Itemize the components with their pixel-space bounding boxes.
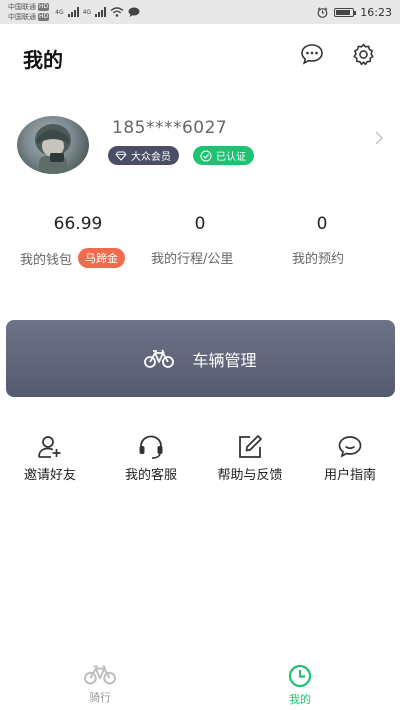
trips-label-row[interactable]: 我的行程/公里 [151, 248, 233, 267]
clock-icon [288, 664, 312, 688]
carrier-info: 中国联通 HD 中国联通 HD [8, 2, 50, 22]
signal-icon [67, 7, 79, 17]
coin-tag: 马蹄金 [78, 248, 126, 268]
signal-icon-2 [95, 7, 107, 17]
vehicle-management-label: 车辆管理 [192, 350, 257, 370]
invite-friends-label: 邀请好友 [23, 468, 76, 483]
tab-riding[interactable]: 骑行 [70, 664, 130, 705]
headset-icon [139, 435, 163, 459]
status-bar: 中国联通 HD 中国联通 HD 4G 4G 16:23 [0, 0, 400, 24]
carrier-2: 中国联通 [8, 13, 36, 21]
chat-bubble-icon [301, 44, 323, 65]
hd-badge: HD [38, 3, 50, 11]
edit-icon [239, 435, 262, 458]
member-badge[interactable]: 大众会员 [108, 146, 179, 165]
trips-label: 我的行程/公里 [151, 252, 234, 267]
network-type-1: 4G [55, 8, 64, 16]
invite-friends-button[interactable]: 邀请好友 [5, 434, 95, 483]
network-type-2: 4G [82, 8, 92, 16]
bicycle-icon [144, 349, 175, 368]
vehicle-management-button[interactable]: 车辆管理 [6, 320, 395, 397]
message-notification-icon [128, 7, 140, 17]
verified-badge: 已认证 [193, 146, 254, 165]
hd-badge-2: HD [38, 13, 50, 21]
messages-button[interactable] [298, 40, 326, 68]
battery-icon [334, 7, 357, 17]
tab-riding-label: 骑行 [89, 691, 111, 704]
profile-detail-chevron[interactable] [374, 130, 384, 150]
trips-value[interactable]: 0 [140, 214, 260, 234]
chat-icon [338, 436, 362, 458]
verified-badge-label: 已认证 [216, 152, 246, 163]
member-badge-label: 大众会员 [131, 152, 171, 163]
gear-icon [352, 43, 374, 65]
add-user-icon [38, 436, 61, 458]
diamond-icon [115, 151, 127, 160]
carrier-1: 中国联通 [8, 3, 36, 11]
user-guide-button[interactable]: 用户指南 [305, 434, 395, 483]
customer-service-label: 我的客服 [124, 468, 177, 483]
chevron-right-icon [375, 131, 384, 145]
wallet-value[interactable]: 66.99 [18, 214, 138, 234]
settings-button[interactable] [349, 40, 377, 68]
check-circle-icon [200, 149, 212, 162]
clock-time: 16:23 [360, 5, 392, 19]
status-right: 16:23 [317, 6, 392, 19]
alarm-icon [317, 6, 328, 18]
help-feedback-label: 帮助与反馈 [217, 468, 283, 483]
bicycle-icon [84, 664, 116, 685]
signal-icons: 4G 4G [55, 7, 140, 17]
help-feedback-button[interactable]: 帮助与反馈 [205, 434, 295, 483]
tab-mine[interactable]: 我的 [270, 664, 330, 707]
reservations-value[interactable]: 0 [262, 214, 382, 234]
reservations-label-row[interactable]: 我的预约 [292, 248, 344, 267]
page-title: 我的 [23, 48, 63, 72]
user-phone: 185****6027 [112, 118, 228, 138]
wallet-label-row[interactable]: 我的钱包 马蹄金 [20, 248, 126, 268]
user-guide-label: 用户指南 [323, 468, 376, 483]
reservations-label: 我的预约 [292, 252, 345, 267]
wallet-label: 我的钱包 [20, 252, 73, 268]
avatar[interactable] [17, 116, 89, 174]
tab-mine-label: 我的 [289, 693, 311, 706]
avatar-image [35, 124, 71, 174]
wifi-icon [110, 7, 124, 17]
customer-service-button[interactable]: 我的客服 [106, 434, 196, 483]
